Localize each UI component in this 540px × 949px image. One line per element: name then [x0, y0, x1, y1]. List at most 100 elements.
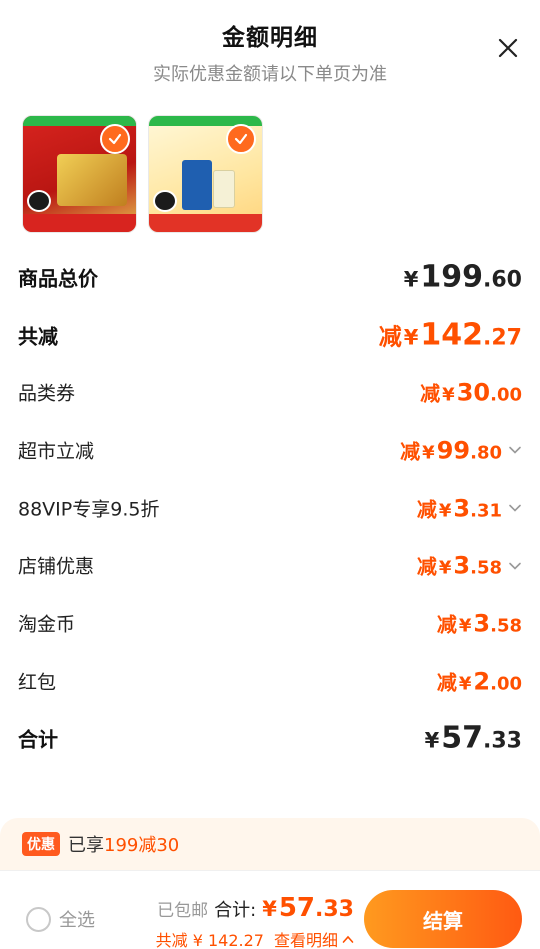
checkout-summary: 已包邮 合计: ¥ 57 .33 共减 ¥ 142.27 查看明细: [156, 893, 354, 949]
amount-breakdown-list: 商品总价 ¥199.60 共减减 ¥142.27 品类券减 ¥30.00 超市立减减 ¥99.…: [0, 248, 540, 767]
amount-detail-sheet: 金额明细 实际优惠金额请以下单页为准 商品总价 ¥199.60 共减减 ¥142.27…: [0, 0, 540, 949]
discount-prefix: 减: [416, 554, 437, 579]
breakdown-amount: 减 ¥3.31: [417, 493, 522, 522]
discount-prefix: 减: [416, 497, 437, 522]
view-detail-label: 查看明细: [273, 931, 338, 949]
breakdown-row[interactable]: 店铺优惠 减 ¥3.58: [0, 536, 540, 594]
select-all[interactable]: 全选: [26, 906, 95, 932]
breakdown-label: 合计: [18, 727, 58, 752]
currency-symbol: ¥: [438, 500, 452, 522]
product-image: [182, 160, 212, 210]
sheet-header: 金额明细 实际优惠金额请以下单页为准: [0, 18, 540, 86]
mascot-logo: [153, 190, 177, 212]
breakdown-amount: 减 ¥30.00: [420, 378, 522, 407]
sheet-title: 金额明细: [222, 25, 318, 51]
chevron-down-icon[interactable]: [508, 443, 522, 457]
discount-prefix: 减: [378, 324, 402, 351]
discount-summary: 共减 ¥ 142.27: [155, 931, 264, 949]
promo-prefix: 已享: [68, 835, 104, 856]
select-all-radio[interactable]: [26, 906, 51, 932]
amount-decimal: .00: [490, 673, 522, 695]
breakdown-amount: 减 ¥3.58: [417, 551, 522, 580]
breakdown-label: 超市立减: [18, 440, 95, 463]
chevron-down-icon[interactable]: [508, 558, 522, 572]
breakdown-amount: 减 ¥3.58: [437, 608, 522, 637]
amount-decimal: .60: [483, 267, 522, 293]
breakdown-label: 淘金币: [18, 613, 76, 636]
breakdown-row: 合计 ¥57.33: [0, 710, 540, 768]
total-currency: ¥: [262, 897, 277, 921]
discount-prefix: 减: [436, 670, 457, 695]
amount-integer: 30: [456, 378, 491, 407]
currency-symbol: ¥: [458, 615, 472, 637]
breakdown-row[interactable]: 88VIP专享9.5折 减 ¥3.31: [0, 479, 540, 537]
product-thumbnail[interactable]: [22, 115, 137, 233]
close-icon[interactable]: [496, 36, 520, 60]
breakdown-row: 淘金币 减 ¥3.58: [0, 594, 540, 652]
product-thumbnail[interactable]: [148, 115, 263, 233]
breakdown-row: 商品总价 ¥199.60: [0, 248, 540, 306]
breakdown-row: 红包 减 ¥2.00: [0, 652, 540, 710]
mascot-logo: [27, 190, 51, 212]
selected-check-icon[interactable]: [100, 124, 130, 154]
breakdown-amount: 减 ¥99.80: [400, 435, 522, 464]
amount-decimal: .58: [490, 615, 522, 637]
chevron-up-icon: [342, 935, 354, 943]
amount-decimal: .33: [483, 728, 522, 754]
total-label: 合计:: [214, 900, 257, 921]
currency-symbol: ¥: [442, 384, 455, 406]
promo-bar: 优惠 已享199减30: [0, 818, 540, 870]
amount-integer: 2: [473, 667, 491, 696]
breakdown-row[interactable]: 超市立减 减 ¥99.80: [0, 421, 540, 479]
view-detail-link[interactable]: 查看明细: [274, 927, 354, 949]
amount-integer: 142: [420, 317, 484, 353]
selected-check-icon[interactable]: [226, 124, 256, 154]
breakdown-row: 共减 减 ¥142.27: [0, 306, 540, 364]
currency-symbol: ¥: [403, 267, 419, 292]
discount-prefix: 减: [420, 381, 441, 406]
amount-decimal: .00: [490, 384, 522, 406]
amount-integer: 3: [453, 494, 471, 523]
amount-decimal: .58: [470, 557, 502, 579]
total-amount-integer: 57: [278, 893, 316, 923]
currency-symbol: ¥: [424, 728, 440, 753]
discount-prefix: 减: [436, 612, 457, 637]
promo-highlight: 199减30: [104, 835, 180, 856]
sheet-subtitle: 实际优惠金额请以下单页为准: [153, 64, 387, 85]
breakdown-label: 品类券: [18, 382, 76, 405]
amount-integer: 3: [473, 609, 491, 638]
shipping-status: 已包邮: [157, 901, 209, 921]
amount-integer: 199: [420, 259, 484, 295]
amount-integer: 99: [436, 436, 471, 465]
checkout-button[interactable]: 结算: [364, 890, 522, 948]
currency-symbol: ¥: [438, 557, 452, 579]
discount-prefix: 减: [400, 439, 421, 464]
amount-decimal: .31: [470, 500, 502, 522]
chevron-down-icon[interactable]: [508, 501, 522, 515]
promo-text: 已享199减30: [68, 831, 179, 857]
breakdown-amount: ¥57.33: [425, 721, 522, 756]
thumbnail-footer: [149, 214, 262, 232]
breakdown-label: 商品总价: [18, 266, 98, 291]
breakdown-amount: 减 ¥2.00: [437, 666, 522, 695]
product-image: [213, 170, 235, 208]
amount-decimal: .80: [470, 442, 502, 464]
thumbnail-footer: [23, 214, 136, 232]
product-thumbnails: [22, 115, 263, 233]
product-image: [57, 154, 127, 206]
breakdown-amount: 减 ¥142.27: [379, 317, 522, 352]
checkout-footer: 全选 已包邮 合计: ¥ 57 .33 共减 ¥ 142.27 查看明细 结算: [0, 870, 540, 949]
breakdown-label: 88VIP专享9.5折: [18, 498, 160, 521]
currency-symbol: ¥: [458, 673, 472, 695]
breakdown-label: 红包: [18, 671, 57, 694]
amount-decimal: .27: [483, 325, 522, 351]
breakdown-row: 品类券 减 ¥30.00: [0, 363, 540, 421]
amount-integer: 3: [453, 551, 471, 580]
amount-integer: 57: [441, 720, 484, 756]
promo-badge: 优惠: [22, 832, 60, 856]
select-all-label: 全选: [59, 910, 95, 931]
total-amount-decimal: .33: [315, 897, 354, 922]
currency-symbol: ¥: [422, 442, 435, 464]
currency-symbol: ¥: [403, 325, 419, 350]
breakdown-label: 店铺优惠: [18, 555, 95, 578]
